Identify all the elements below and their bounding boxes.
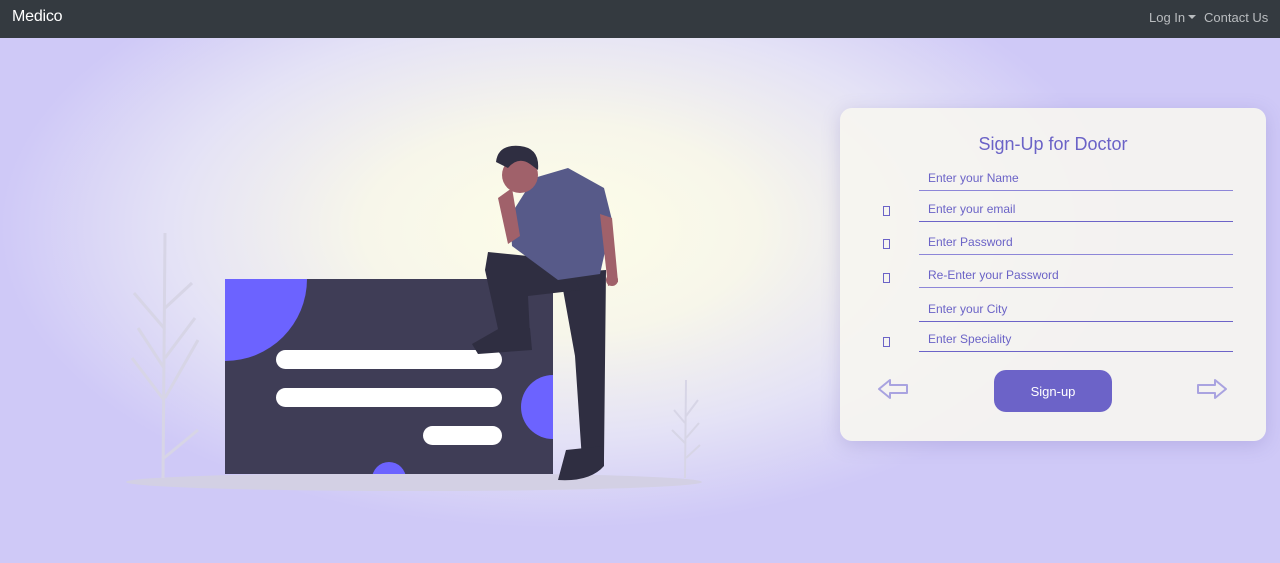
password-field-icon <box>883 239 890 249</box>
repassword-field <box>919 265 1233 288</box>
email-field-icon <box>883 206 890 216</box>
arrow-left-icon[interactable] <box>877 378 909 400</box>
speciality-field-icon <box>883 337 890 347</box>
board-circle-top <box>225 279 307 361</box>
name-input[interactable] <box>919 168 1228 188</box>
board-line-1 <box>276 350 502 369</box>
board-circle-right <box>521 375 553 439</box>
city-input[interactable] <box>919 299 1228 319</box>
arrow-right-icon[interactable] <box>1196 378 1228 400</box>
ground-shadow <box>126 473 702 491</box>
caret-down-icon <box>1188 15 1197 19</box>
doctor-illustration <box>126 145 702 491</box>
plant-left <box>130 232 200 479</box>
contact-link[interactable]: Contact Us <box>1204 10 1268 25</box>
navbar: Medico Log In Contact Us <box>0 0 1280 38</box>
signup-button[interactable]: Sign-up <box>994 370 1112 412</box>
form-title: Sign-Up for Doctor <box>978 134 1128 154</box>
repassword-input[interactable] <box>919 265 1228 285</box>
repassword-field-icon <box>883 273 890 283</box>
email-input[interactable] <box>919 199 1228 219</box>
login-dropdown[interactable]: Log In <box>1149 10 1197 25</box>
speciality-field <box>919 329 1233 352</box>
hero-section: Sign-Up for Doctor Sign-up <box>0 38 1280 563</box>
signup-card: Sign-Up for Doctor Sign-up <box>840 108 1266 441</box>
password-input[interactable] <box>919 232 1228 252</box>
city-field <box>919 299 1233 322</box>
password-field <box>919 232 1233 255</box>
speciality-input[interactable] <box>919 329 1228 349</box>
email-field <box>919 199 1233 222</box>
brand-logo[interactable]: Medico <box>12 8 63 26</box>
plant-right <box>671 379 701 479</box>
board-line-3 <box>423 426 502 445</box>
login-label: Log In <box>1149 10 1186 25</box>
name-field <box>919 168 1233 191</box>
board-line-2 <box>276 388 502 407</box>
